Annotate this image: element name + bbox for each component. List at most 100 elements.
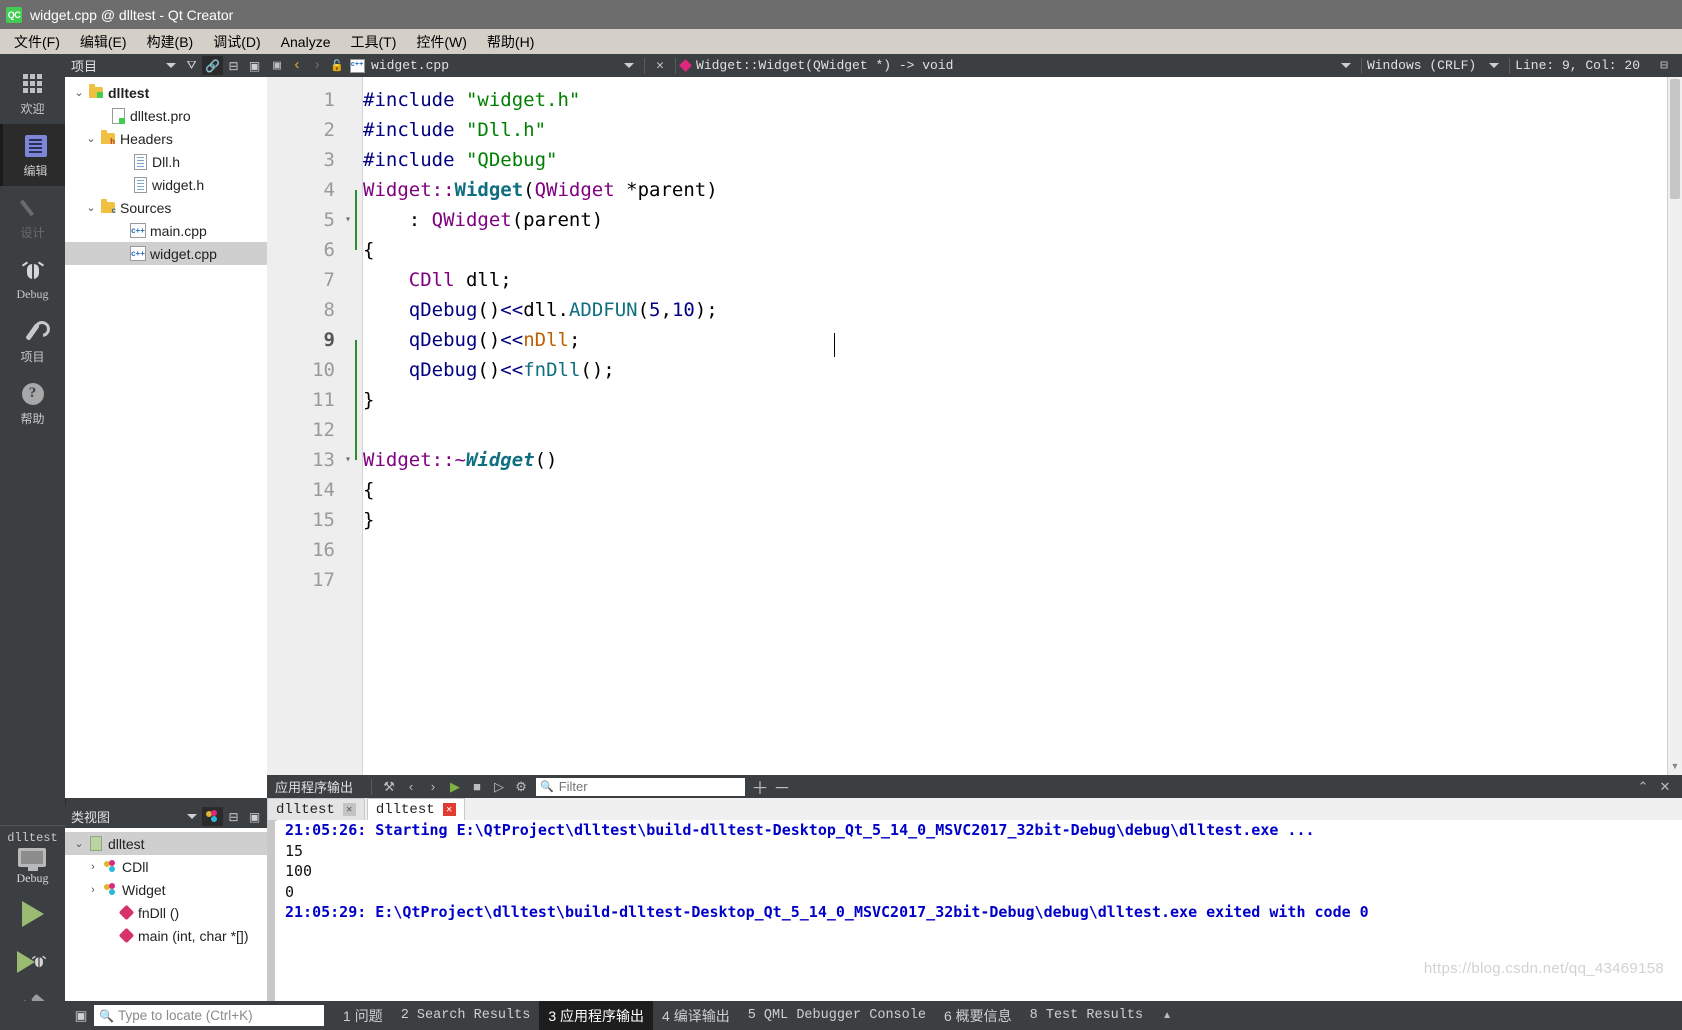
project-view-dropdown[interactable]: [160, 56, 181, 75]
split-icon[interactable]: ⊟: [223, 56, 244, 75]
chevron-down-icon[interactable]: ⌄: [71, 837, 87, 850]
menu-help[interactable]: 帮助(H): [477, 30, 544, 54]
code-editor[interactable]: 1 #include "widget.h" 2 #include "Dll.h" 3 #i…: [267, 77, 1682, 775]
class-filter-icon[interactable]: [202, 807, 223, 826]
editor-line[interactable]: 13 ▾ Widget::~Widget(): [267, 445, 1682, 475]
fold-marker-icon[interactable]: ▾: [341, 205, 355, 235]
editor-line[interactable]: 2 #include "Dll.h": [267, 115, 1682, 145]
tree-item-dll-h[interactable]: ⌄ Dll.h: [65, 150, 267, 173]
menu-edit[interactable]: 编辑(E): [70, 30, 137, 54]
mode-button-welcome[interactable]: 欢迎: [0, 62, 65, 124]
split-icon[interactable]: ⊟: [223, 807, 244, 826]
stop-icon[interactable]: ■: [466, 776, 488, 797]
menu-file[interactable]: 文件(F): [4, 30, 70, 54]
mode-button-edit[interactable]: 编辑: [0, 124, 68, 186]
menu-tools[interactable]: 工具(T): [340, 30, 406, 54]
tree-item-dlltest-pro[interactable]: ⌄ dlltest.pro: [65, 104, 267, 127]
editor-line[interactable]: 8 qDebug()<<dll.ADDFUN(5,10);: [267, 295, 1682, 325]
output-tab-0[interactable]: dlltest ✕: [267, 798, 365, 820]
lock-icon[interactable]: 🔓: [327, 55, 347, 76]
mode-button-debug[interactable]: Debug: [0, 248, 65, 310]
close-tab-icon[interactable]: ✕: [442, 803, 456, 816]
menu-analyze[interactable]: Analyze: [271, 32, 341, 52]
class-view-dropdown[interactable]: [181, 807, 202, 826]
split-editor-icon[interactable]: ▣: [267, 55, 287, 76]
line-ending-dropdown-icon[interactable]: [1484, 55, 1504, 76]
pane-button-qml-debugger-console[interactable]: 5 QML Debugger Console: [739, 1001, 935, 1030]
fold-marker-icon[interactable]: ▾: [341, 445, 355, 475]
editor-line[interactable]: 4 Widget::Widget(QWidget *parent): [267, 175, 1682, 205]
mode-button-help[interactable]: ? 帮助: [0, 372, 65, 434]
run-button[interactable]: [0, 890, 65, 938]
line-ending-selector[interactable]: Windows (CRLF): [1367, 58, 1476, 73]
toggle-sidebar-icon[interactable]: ▣: [68, 1001, 94, 1030]
file-dropdown-icon[interactable]: [619, 55, 639, 76]
tree-item-dlltest[interactable]: ⌄ dlltest: [65, 81, 267, 104]
chevron-down-icon[interactable]: ⌄: [83, 132, 99, 145]
pane-button-compile-output[interactable]: 4 编译输出: [653, 1001, 739, 1030]
editor-line[interactable]: 9 qDebug()<<nDll;: [267, 325, 1682, 355]
pane-button-search-results[interactable]: 2 Search Results: [392, 1001, 540, 1030]
editor-line[interactable]: 17: [267, 565, 1682, 595]
editor-line[interactable]: 3 #include "QDebug": [267, 145, 1682, 175]
pane-button-test-results[interactable]: 8 Test Results: [1021, 1001, 1152, 1030]
tree-item-headers[interactable]: ⌄ Headers: [65, 127, 267, 150]
pane-button-issues[interactable]: 1 问题: [334, 1001, 392, 1030]
next-item-icon[interactable]: ›: [422, 776, 444, 797]
output-tab-1[interactable]: dlltest ✕: [366, 798, 465, 820]
editor-symbol-selector[interactable]: Widget::Widget(QWidget *) -> void: [696, 58, 953, 73]
editor-line[interactable]: 16: [267, 535, 1682, 565]
locator-field[interactable]: 🔍 Type to locate (Ctrl+K): [94, 1005, 324, 1026]
editor-line[interactable]: 10 qDebug()<<fnDll();: [267, 355, 1682, 385]
rerun-icon[interactable]: ▶: [444, 776, 466, 797]
mode-button-design[interactable]: 设计: [0, 186, 65, 248]
debug-button[interactable]: [0, 938, 65, 986]
filter-input[interactable]: [556, 778, 746, 795]
gear-icon[interactable]: ⚙: [510, 776, 532, 797]
filter-icon[interactable]: ⛛: [181, 56, 202, 75]
menu-debug[interactable]: 调试(D): [203, 30, 270, 54]
editor-line[interactable]: 7 CDll dll;: [267, 265, 1682, 295]
mode-button-projects[interactable]: 项目: [0, 310, 65, 372]
kit-selector[interactable]: dlltest Debug: [0, 825, 65, 890]
editor-line[interactable]: 1 #include "widget.h": [267, 85, 1682, 115]
editor-line[interactable]: 14 {: [267, 475, 1682, 505]
editor-vertical-scrollbar[interactable]: ▲ ▼: [1667, 77, 1682, 775]
symbol-dropdown-icon[interactable]: [1336, 55, 1356, 76]
class-item-fndll[interactable]: › fnDll (): [65, 901, 267, 924]
go-forward-icon[interactable]: ›: [307, 55, 327, 76]
tree-item-sources[interactable]: ⌄ Sources: [65, 196, 267, 219]
chevron-right-icon[interactable]: ›: [85, 884, 101, 896]
previous-item-icon[interactable]: ‹: [400, 776, 422, 797]
pane-button-application-output[interactable]: 3 应用程序输出: [539, 1001, 654, 1030]
debug-rerun-icon[interactable]: ▷: [488, 776, 510, 797]
close-panel-icon[interactable]: ▣: [244, 56, 265, 75]
class-item-widget[interactable]: › Widget: [65, 878, 267, 901]
editor-line[interactable]: 5 ▾ : QWidget(parent): [267, 205, 1682, 235]
attach-debugger-icon[interactable]: ⚒: [378, 776, 400, 797]
menu-window[interactable]: 控件(W): [406, 30, 477, 54]
maximize-output-icon[interactable]: ⌃: [1632, 776, 1654, 797]
class-item-dlltest[interactable]: ⌄ dlltest: [65, 832, 267, 855]
scrollbar-thumb[interactable]: [1670, 79, 1680, 199]
add-filter-icon[interactable]: ＋: [749, 776, 771, 798]
remove-filter-icon[interactable]: －: [771, 776, 793, 798]
close-output-icon[interactable]: ✕: [1654, 776, 1676, 797]
editor-line[interactable]: 15}: [267, 505, 1682, 535]
collapse-output-icon[interactable]: ▲: [1152, 1010, 1182, 1021]
link-with-editor-icon[interactable]: 🔗: [202, 56, 223, 75]
tree-item-widget-cpp[interactable]: ⌄ c++ widget.cpp: [65, 242, 267, 265]
tree-item-widget-h[interactable]: ⌄ widget.h: [65, 173, 267, 196]
class-item-main[interactable]: › main (int, char *[]): [65, 924, 267, 947]
chevron-down-icon[interactable]: ⌄: [71, 86, 87, 99]
chevron-down-icon[interactable]: ⌄: [83, 201, 99, 214]
editor-line[interactable]: 12: [267, 415, 1682, 445]
close-panel-icon[interactable]: ▣: [244, 807, 265, 826]
editor-line[interactable]: 6{: [267, 235, 1682, 265]
go-back-icon[interactable]: ‹: [287, 55, 307, 76]
output-filter[interactable]: 🔍: [536, 777, 746, 796]
menu-build[interactable]: 构建(B): [137, 30, 204, 54]
split-icon[interactable]: ⊟: [1654, 55, 1674, 76]
close-document-icon[interactable]: ✕: [650, 55, 670, 76]
tree-item-main-cpp[interactable]: ⌄ c++ main.cpp: [65, 219, 267, 242]
